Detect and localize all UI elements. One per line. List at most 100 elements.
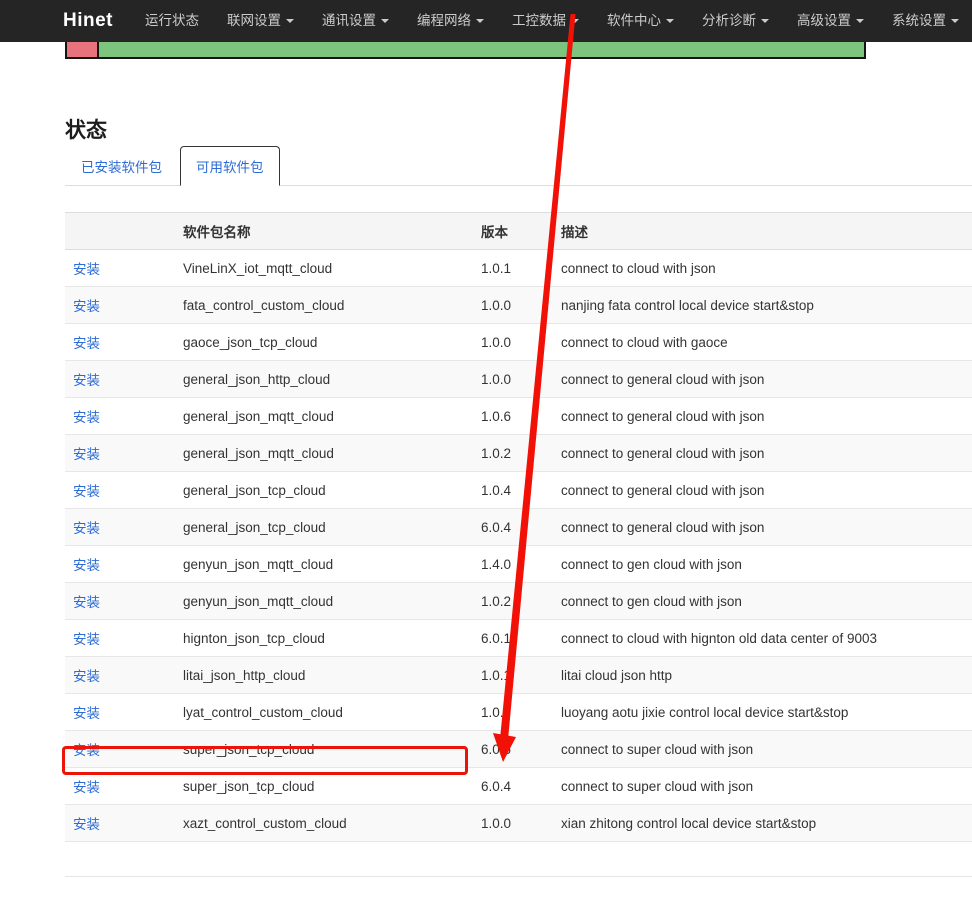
nav-item-label: 联网设置: [227, 0, 281, 42]
install-link[interactable]: 安装: [73, 743, 100, 758]
nav-item-system-settings[interactable]: 系统设置: [878, 0, 972, 42]
package-name: general_json_http_cloud: [183, 372, 330, 387]
packages-table: 软件包名称 版本 描述 安装 VineLinX_iot_mqtt_cloud 1…: [65, 212, 972, 842]
install-link[interactable]: 安装: [73, 632, 100, 647]
tab-bar: 已安装软件包 可用软件包: [65, 152, 972, 186]
package-version: 1.0.1: [481, 261, 511, 276]
package-name: xazt_control_custom_cloud: [183, 816, 347, 831]
install-link[interactable]: 安装: [73, 817, 100, 832]
header-install: [65, 213, 175, 250]
install-link[interactable]: 安装: [73, 336, 100, 351]
table-row: 安装 VineLinX_iot_mqtt_cloud 1.0.1 connect…: [65, 250, 972, 287]
package-name: general_json_mqtt_cloud: [183, 409, 334, 424]
nav-item-analysis-diagnosis[interactable]: 分析诊断: [688, 0, 783, 42]
table-row: 安装 genyun_json_mqtt_cloud 1.0.2 connect …: [65, 583, 972, 620]
package-version: 1.0.0: [481, 298, 511, 313]
top-navbar: Hinet 运行状态 联网设置 通讯设置 编程网络 工控数据 软件中心 分析诊断…: [0, 0, 972, 42]
install-link[interactable]: 安装: [73, 410, 100, 425]
nav-item-programming-network[interactable]: 编程网络: [403, 0, 498, 42]
package-name: super_json_tcp_cloud: [183, 742, 314, 757]
table-row: 安装 general_json_tcp_cloud 1.0.4 connect …: [65, 472, 972, 509]
header-description: 描述: [553, 213, 972, 250]
package-version: 1.0.0: [481, 816, 511, 831]
table-row: 安装 litai_json_http_cloud 1.0.1 litai clo…: [65, 657, 972, 694]
tab-installed-packages[interactable]: 已安装软件包: [65, 146, 178, 186]
nav-item-label: 运行状态: [145, 0, 199, 42]
chevron-down-icon: [951, 19, 959, 23]
package-name: genyun_json_mqtt_cloud: [183, 594, 333, 609]
package-version: 1.0.2: [481, 594, 511, 609]
table-row: 安装 general_json_mqtt_cloud 1.0.2 connect…: [65, 435, 972, 472]
chevron-down-icon: [856, 19, 864, 23]
table-row: 安装 super_json_tcp_cloud 6.0.4 connect to…: [65, 768, 972, 805]
package-description: litai cloud json http: [561, 668, 672, 683]
chevron-down-icon: [571, 19, 579, 23]
table-row: 安装 general_json_mqtt_cloud 1.0.6 connect…: [65, 398, 972, 435]
package-name: hignton_json_tcp_cloud: [183, 631, 325, 646]
install-link[interactable]: 安装: [73, 558, 100, 573]
header-package-name: 软件包名称: [175, 213, 473, 250]
install-link[interactable]: 安装: [73, 595, 100, 610]
package-name: gaoce_json_tcp_cloud: [183, 335, 317, 350]
package-name: fata_control_custom_cloud: [183, 298, 344, 313]
package-name: general_json_tcp_cloud: [183, 483, 326, 498]
package-description: connect to gen cloud with json: [561, 557, 742, 572]
tab-available-packages[interactable]: 可用软件包: [180, 146, 280, 186]
package-name: litai_json_http_cloud: [183, 668, 305, 683]
package-description: connect to super cloud with json: [561, 779, 753, 794]
package-description: connect to cloud with json: [561, 261, 716, 276]
package-name: general_json_tcp_cloud: [183, 520, 326, 535]
table-row: 安装 genyun_json_mqtt_cloud 1.4.0 connect …: [65, 546, 972, 583]
package-version: 6.0.4: [481, 520, 511, 535]
install-link[interactable]: 安装: [73, 780, 100, 795]
nav-item-comm-settings[interactable]: 通讯设置: [308, 0, 403, 42]
install-link[interactable]: 安装: [73, 521, 100, 536]
package-description: connect to general cloud with json: [561, 483, 764, 498]
install-link[interactable]: 安装: [73, 299, 100, 314]
package-description: xian zhitong control local device start&…: [561, 816, 816, 831]
package-version: 6.0.1: [481, 631, 511, 646]
package-name: genyun_json_mqtt_cloud: [183, 557, 333, 572]
install-link[interactable]: 安装: [73, 669, 100, 684]
nav-item-advanced-settings[interactable]: 高级设置: [783, 0, 878, 42]
nav-item-label: 编程网络: [417, 0, 471, 42]
table-row: 安装 hignton_json_tcp_cloud 6.0.1 connect …: [65, 620, 972, 657]
package-version: 1.4.0: [481, 557, 511, 572]
nav-item-industrial-data[interactable]: 工控数据: [498, 0, 593, 42]
install-link[interactable]: 安装: [73, 447, 100, 462]
chevron-down-icon: [381, 19, 389, 23]
install-link[interactable]: 安装: [73, 373, 100, 388]
section-divider: [65, 876, 972, 877]
nav-item-run-status[interactable]: 运行状态: [131, 0, 213, 42]
package-description: connect to general cloud with json: [561, 372, 764, 387]
package-name: VineLinX_iot_mqtt_cloud: [183, 261, 332, 276]
nav-item-label: 工控数据: [512, 0, 566, 42]
table-row: 安装 gaoce_json_tcp_cloud 1.0.0 connect to…: [65, 324, 972, 361]
package-description: connect to general cloud with json: [561, 446, 764, 461]
package-version: 1.0.1: [481, 668, 511, 683]
package-name: lyat_control_custom_cloud: [183, 705, 343, 720]
nav-item-software-center[interactable]: 软件中心: [593, 0, 688, 42]
table-row: 安装 xazt_control_custom_cloud 1.0.0 xian …: [65, 805, 972, 842]
main-content: 状态 已安装软件包 可用软件包 软件包名称 版本 描述 安装 VineLinX_…: [65, 118, 972, 877]
package-description: connect to gen cloud with json: [561, 594, 742, 609]
chevron-down-icon: [666, 19, 674, 23]
package-description: connect to cloud with gaoce: [561, 335, 728, 350]
brand-logo[interactable]: Hinet: [63, 0, 113, 42]
package-name: super_json_tcp_cloud: [183, 779, 314, 794]
nav-item-label: 软件中心: [607, 0, 661, 42]
nav-menu: 运行状态 联网设置 通讯设置 编程网络 工控数据 软件中心 分析诊断 高级设置 …: [131, 0, 972, 42]
package-version: 1.0.0: [481, 372, 511, 387]
install-link[interactable]: 安装: [73, 706, 100, 721]
package-version: 1.0.0: [481, 705, 511, 720]
table-row: 安装 fata_control_custom_cloud 1.0.0 nanji…: [65, 287, 972, 324]
install-link[interactable]: 安装: [73, 484, 100, 499]
header-version: 版本: [473, 213, 553, 250]
package-description: connect to general cloud with json: [561, 520, 764, 535]
nav-item-network-settings[interactable]: 联网设置: [213, 0, 308, 42]
nav-item-label: 通讯设置: [322, 0, 376, 42]
package-version: 1.0.2: [481, 446, 511, 461]
install-link[interactable]: 安装: [73, 262, 100, 277]
package-description: nanjing fata control local device start&…: [561, 298, 814, 313]
package-version: 1.0.6: [481, 409, 511, 424]
